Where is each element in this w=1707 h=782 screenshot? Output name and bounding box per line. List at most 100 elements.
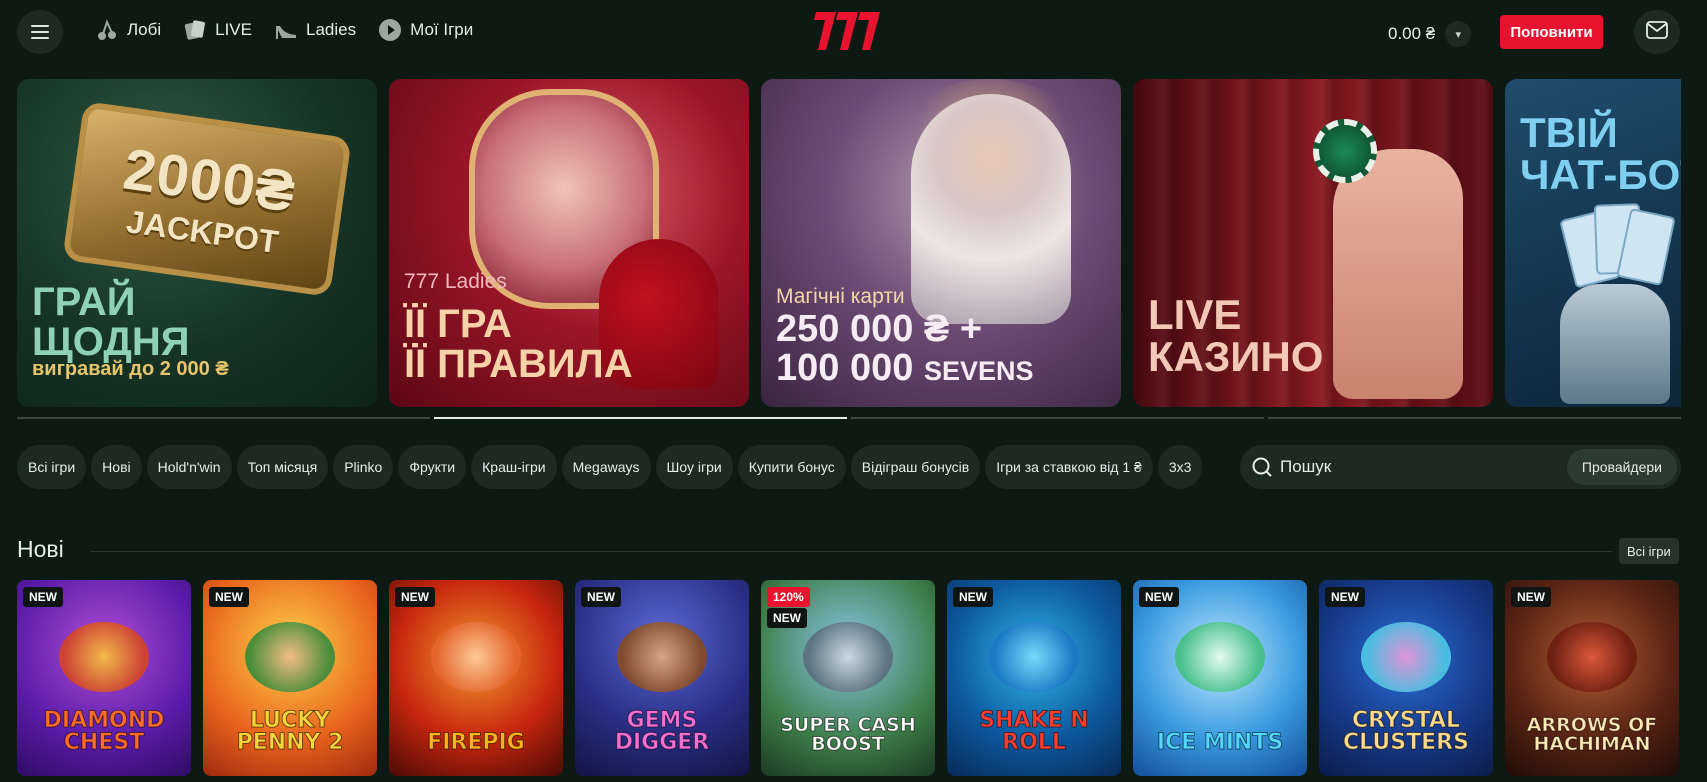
game-tile[interactable]: Shake N Roll NEW xyxy=(947,580,1121,776)
new-badge: NEW xyxy=(953,587,993,607)
banner-title-line2: ЇЇ ПРАВИЛА xyxy=(404,342,633,386)
bonus-badge: 120% xyxy=(767,587,810,607)
nav-live-label: LIVE xyxy=(215,20,252,39)
deposit-button[interactable]: Поповнити xyxy=(1500,15,1603,49)
game-title: Super Cash Boost xyxy=(780,714,917,755)
category-chip[interactable]: Всі ігри xyxy=(17,445,87,489)
hamburger-icon xyxy=(31,23,49,41)
category-chip[interactable]: Фрукти xyxy=(398,445,467,489)
menu-button[interactable] xyxy=(17,10,63,54)
treasure-chest-icon xyxy=(59,622,149,692)
banner-kicker: Магічні карти xyxy=(776,285,905,308)
game-tile[interactable]: Super Cash Boost 120% NEW xyxy=(761,580,935,776)
miner-icon xyxy=(617,622,707,692)
game-title: Shake N Roll xyxy=(979,708,1089,755)
category-chip[interactable]: 3x3 xyxy=(1157,445,1203,489)
new-badge: NEW xyxy=(23,587,63,607)
pager-segment[interactable] xyxy=(851,417,1264,419)
game-tile[interactable]: Crystal Clusters NEW xyxy=(1319,580,1493,776)
banner-subtitle: вигравай до 2 000 ₴ xyxy=(32,358,229,380)
new-badge: NEW xyxy=(1139,587,1179,607)
new-badge: NEW xyxy=(1325,587,1365,607)
banner-title-line2: 100 000 SEVENS xyxy=(776,349,1033,387)
game-tile[interactable]: Lucky Penny 2 NEW xyxy=(203,580,377,776)
pager-segment[interactable] xyxy=(1268,417,1681,419)
game-tile[interactable]: Gems Digger NEW xyxy=(575,580,749,776)
banner-jackpot[interactable]: 2000₴ JACKPOT ГРАЙ ЩОДНЯ вигравай до 2 0… xyxy=(17,79,377,407)
game-tile[interactable]: Firepig NEW xyxy=(389,580,563,776)
banner-magic-cards[interactable]: Магічні карти 250 000 ₴ + 100 000 SEVENS xyxy=(761,79,1121,407)
category-chip[interactable]: Краш-ігри xyxy=(471,445,557,489)
banner-live-casino[interactable]: LIVE КАЗИНО xyxy=(1133,79,1493,407)
promo-carousel: 2000₴ JACKPOT ГРАЙ ЩОДНЯ вигравай до 2 0… xyxy=(17,79,1681,407)
category-chip[interactable]: Топ місяця xyxy=(236,445,329,489)
chevron-down-icon[interactable]: ▾ xyxy=(1445,21,1472,47)
banner-title-line1: 250 000 ₴ + xyxy=(776,308,983,350)
site-logo[interactable] xyxy=(812,8,884,54)
banner-ladies[interactable]: 777 Ladies ЇЇ ГРА ЇЇ ПРАВИЛА xyxy=(389,79,749,407)
nav-live[interactable]: LIVE xyxy=(183,18,252,42)
cherries-icon xyxy=(95,18,119,42)
section-title: Нові xyxy=(17,536,64,562)
pager-segment[interactable] xyxy=(17,417,430,419)
banner-title-word: SEVENS xyxy=(923,356,1034,386)
game-title: Firepig xyxy=(427,730,526,755)
new-badge: NEW xyxy=(767,608,807,628)
banner-title-line2: ЧАТ-БОТ xyxy=(1520,151,1681,198)
pig-icon xyxy=(431,622,521,692)
section-divider xyxy=(90,551,1612,552)
pager-segment-active[interactable] xyxy=(434,417,847,419)
balance-display[interactable]: 0.00 ₴ ▾ xyxy=(1388,21,1472,47)
search-icon xyxy=(1250,455,1274,479)
game-thumbnail: Arrows of Hachiman xyxy=(1505,580,1679,776)
category-chip[interactable]: Нові xyxy=(91,445,142,489)
banner-title: ГРАЙ ЩОДНЯ xyxy=(32,282,189,362)
dice-icon xyxy=(989,622,1079,692)
banner-title: LIVE КАЗИНО xyxy=(1148,294,1323,378)
search-bar: Провайдери xyxy=(1240,445,1681,489)
banner-title: ТВІЙ ЧАТ-БОТ xyxy=(1520,112,1681,196)
category-chip[interactable]: Шоу ігри xyxy=(655,445,733,489)
game-thumbnail: Diamond Chest xyxy=(17,580,191,776)
category-filter: Всі ігри Нові Hold'n'win Топ місяця Plin… xyxy=(17,445,1227,489)
all-games-button[interactable]: Всі ігри xyxy=(1619,538,1679,564)
new-badge: NEW xyxy=(209,587,249,607)
nav-ladies[interactable]: Ladies xyxy=(274,18,356,42)
main-nav: Лобі LIVE Ladies Мої Ігри xyxy=(95,18,473,42)
messages-button[interactable] xyxy=(1634,10,1680,54)
jackpot-badge: 2000₴ JACKPOT xyxy=(62,100,352,298)
game-thumbnail: Shake N Roll xyxy=(947,580,1121,776)
nav-my-games-label: Мої Ігри xyxy=(410,20,474,39)
game-tile[interactable]: Ice Mints NEW xyxy=(1133,580,1307,776)
banner-title-line1: LIVE xyxy=(1148,291,1242,338)
category-chip[interactable]: Ігри за ставкою від 1 ₴ xyxy=(985,445,1153,489)
heel-icon xyxy=(274,18,298,42)
nav-my-games[interactable]: Мої Ігри xyxy=(378,18,473,42)
nav-lobby[interactable]: Лобі xyxy=(95,18,161,42)
game-title: Lucky Penny 2 xyxy=(236,708,344,755)
game-title: Gems Digger xyxy=(614,708,710,755)
category-chip[interactable]: Відіграш бонусів xyxy=(850,445,981,489)
banner-title-line1: ЇЇ ГРА xyxy=(404,302,512,346)
woman-image xyxy=(911,94,1071,324)
game-thumbnail: Firepig xyxy=(389,580,563,776)
game-tile[interactable]: Diamond Chest NEW xyxy=(17,580,191,776)
banner-kicker: 777 Ladies xyxy=(404,270,507,293)
game-tile[interactable]: Arrows of Hachiman NEW xyxy=(1505,580,1679,776)
providers-button[interactable]: Провайдери xyxy=(1566,449,1677,485)
nav-lobby-label: Лобі xyxy=(127,20,162,39)
balance-value: 0.00 ₴ xyxy=(1388,24,1436,43)
search-input[interactable] xyxy=(1280,457,1567,477)
category-chip[interactable]: Купити бонус xyxy=(737,445,846,489)
banner-chatbot[interactable]: ТВІЙ ЧАТ-БОТ xyxy=(1505,79,1681,407)
category-chip[interactable]: Hold'n'win xyxy=(146,445,232,489)
category-chip[interactable]: Plinko xyxy=(333,445,394,489)
wolf-icon xyxy=(803,622,893,692)
nav-ladies-label: Ladies xyxy=(305,20,357,39)
hand-image xyxy=(1333,149,1463,399)
category-chip[interactable]: Megaways xyxy=(561,445,651,489)
game-thumbnail: Gems Digger xyxy=(575,580,749,776)
leprechaun-icon xyxy=(245,622,335,692)
top-header: Лобі LIVE Ladies Мої Ігри 0.00 ₴ ▾ Попов… xyxy=(0,0,1707,64)
banner-title-line1: ТВІЙ xyxy=(1520,109,1618,156)
